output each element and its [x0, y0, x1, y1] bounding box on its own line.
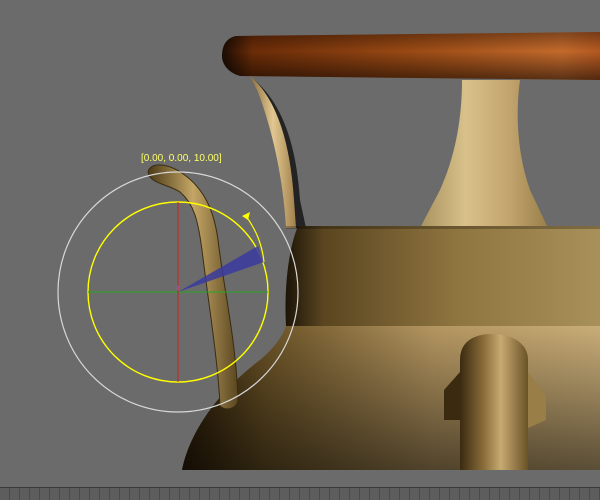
- teapot-spout: [460, 334, 528, 470]
- timeline-ruler[interactable]: [0, 487, 600, 500]
- 3d-viewport-app: z [0.00, 0.00, 10.00]: [0, 0, 600, 500]
- teapot-lid-shade: [222, 32, 600, 80]
- coordinate-readout: [0.00, 0.00, 10.00]: [141, 153, 222, 164]
- perspective-viewport[interactable]: z: [0, 0, 600, 500]
- gizmo-axis-label: z: [176, 285, 180, 292]
- teapot-band: [285, 226, 600, 326]
- band-top-edge: [286, 226, 600, 229]
